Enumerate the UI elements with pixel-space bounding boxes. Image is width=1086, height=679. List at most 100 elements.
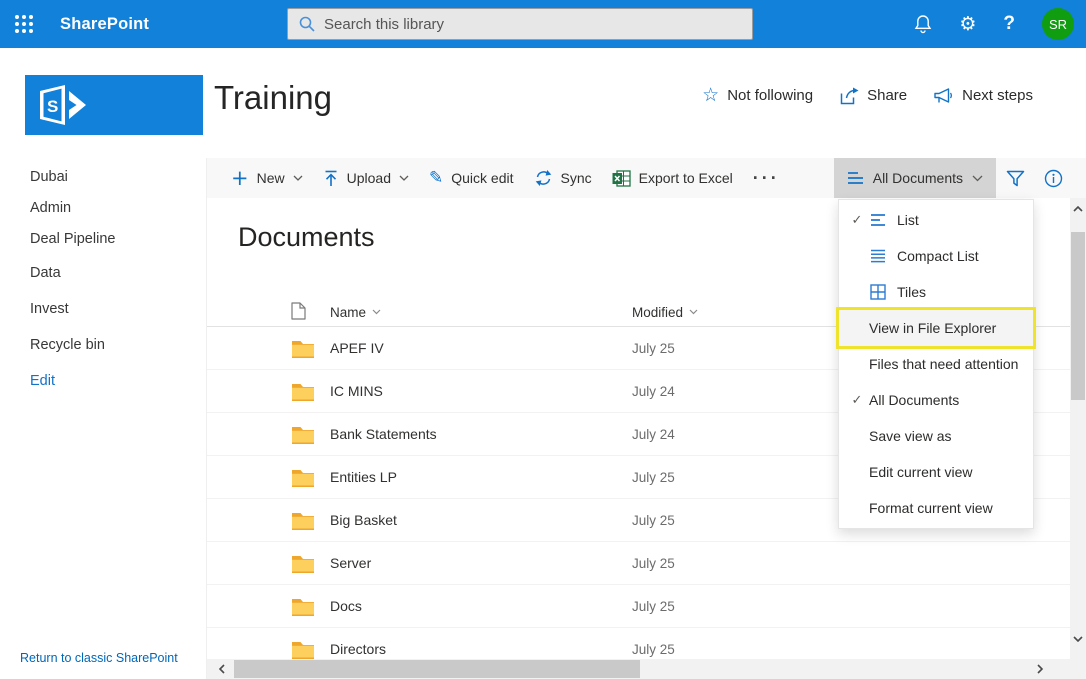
item-name[interactable]: Server	[330, 555, 632, 571]
view-selector-button[interactable]: All Documents	[834, 158, 996, 198]
menu-item-edit-current-view[interactable]: Edit current view	[839, 454, 1033, 490]
folder-icon	[291, 425, 315, 444]
next-steps-button[interactable]: Next steps	[933, 87, 1033, 104]
item-name[interactable]: Docs	[330, 598, 632, 614]
upload-icon	[323, 170, 339, 187]
list-view-icon	[847, 171, 864, 185]
item-name[interactable]: Bank Statements	[330, 426, 632, 442]
sidebar-item-recycle-bin[interactable]: Recycle bin	[30, 327, 206, 363]
sidebar-item-admin[interactable]: Admin	[30, 193, 206, 224]
horizontal-scrollbar-thumb[interactable]	[234, 660, 640, 678]
notifications-bell-icon[interactable]	[914, 14, 932, 34]
tiles-icon	[870, 284, 886, 300]
pencil-icon: ✎	[429, 170, 443, 187]
menu-item-view-in-file-explorer[interactable]: View in File Explorer	[839, 310, 1033, 346]
compact-list-icon	[870, 249, 886, 263]
return-to-classic-link[interactable]: Return to classic SharePoint	[20, 651, 178, 665]
follow-button[interactable]: ☆ Not following	[702, 86, 813, 105]
sidebar-item-invest[interactable]: Invest	[30, 291, 206, 327]
chevron-down-icon	[399, 175, 409, 181]
menu-item-save-view-as[interactable]: Save view as	[839, 418, 1033, 454]
item-name[interactable]: Entities LP	[330, 469, 632, 485]
app-launcher-waffle-icon[interactable]	[0, 0, 48, 48]
folder-icon	[291, 382, 315, 401]
avatar[interactable]: SR	[1042, 8, 1074, 40]
upload-button[interactable]: Upload	[313, 158, 419, 198]
folder-icon	[291, 640, 315, 659]
share-button[interactable]: Share	[839, 87, 907, 105]
chevron-down-icon	[972, 175, 983, 182]
new-label: New	[257, 170, 285, 186]
vertical-scrollbar-thumb[interactable]	[1071, 232, 1085, 400]
sync-label: Sync	[561, 170, 592, 186]
menu-item-all-documents[interactable]: ✓ All Documents	[839, 382, 1033, 418]
search-input[interactable]	[324, 16, 741, 33]
menu-item-files-that-need-attention[interactable]: Files that need attention	[839, 346, 1033, 382]
upload-label: Upload	[347, 170, 391, 186]
megaphone-icon	[933, 88, 954, 104]
list-icon	[870, 213, 886, 227]
table-row[interactable]: Server July 25	[207, 542, 1070, 585]
menu-item-compact-list[interactable]: Compact List	[839, 238, 1033, 274]
folder-icon	[291, 554, 315, 573]
sidebar-item-data[interactable]: Data	[30, 255, 206, 291]
help-icon[interactable]: ?	[1003, 13, 1015, 35]
menu-item-list[interactable]: ✓ List	[839, 202, 1033, 238]
sidebar-item-dubai[interactable]: Dubai	[30, 162, 206, 193]
list-heading: Documents	[238, 222, 375, 253]
details-info-button[interactable]	[1034, 158, 1072, 198]
scroll-up-icon[interactable]	[1073, 206, 1083, 212]
view-options-menu: ✓ List Compact List Tiles View in File E…	[838, 199, 1034, 529]
chevron-down-icon	[293, 175, 303, 181]
export-to-excel-button[interactable]: Export to Excel	[602, 158, 743, 198]
new-button[interactable]: + New	[221, 158, 313, 198]
excel-icon	[612, 170, 631, 187]
scroll-right-icon[interactable]	[1037, 664, 1043, 674]
sidebar-item-deal-pipeline[interactable]: Deal Pipeline	[30, 224, 206, 255]
plus-icon: +	[231, 168, 249, 189]
item-modified: July 25	[632, 556, 1070, 571]
folder-icon	[291, 468, 315, 487]
folder-icon	[291, 511, 315, 530]
site-header: S Training ☆ Not following Share Next st…	[0, 48, 1086, 158]
table-row[interactable]: Docs July 25	[207, 585, 1070, 628]
share-icon	[839, 87, 859, 105]
horizontal-scrollbar[interactable]	[207, 659, 1070, 679]
menu-item-tiles[interactable]: Tiles	[839, 274, 1033, 310]
filter-button[interactable]	[996, 158, 1034, 198]
item-modified: July 25	[632, 599, 1070, 614]
file-type-column-icon[interactable]	[291, 302, 306, 320]
sync-button[interactable]: Sync	[524, 158, 602, 198]
item-name[interactable]: Big Basket	[330, 512, 632, 528]
next-steps-label: Next steps	[962, 87, 1033, 104]
sidebar: Dubai Admin Deal Pipeline Data Invest Re…	[0, 158, 207, 679]
sync-icon	[534, 169, 553, 187]
table-row[interactable]: Directors July 25	[207, 628, 1070, 659]
quick-edit-button[interactable]: ✎ Quick edit	[419, 158, 524, 198]
search-box[interactable]	[287, 8, 753, 40]
sharepoint-site-logo[interactable]: S	[25, 75, 203, 135]
share-label: Share	[867, 87, 907, 104]
scroll-left-icon[interactable]	[219, 664, 225, 674]
page-title: Training	[214, 79, 332, 117]
suite-bar: SharePoint ⚙ ? SR	[0, 0, 1086, 48]
brand-label: SharePoint	[60, 15, 149, 34]
sort-chevron-icon	[689, 309, 698, 315]
sort-chevron-icon	[372, 309, 381, 315]
menu-item-format-current-view[interactable]: Format current view	[839, 490, 1033, 526]
folder-icon	[291, 597, 315, 616]
info-icon	[1044, 169, 1063, 188]
scroll-down-icon[interactable]	[1073, 636, 1083, 642]
item-name[interactable]: APEF IV	[330, 340, 632, 356]
logo-letter: S	[47, 97, 58, 116]
more-commands-button[interactable]: ···	[743, 158, 790, 198]
settings-gear-icon[interactable]: ⚙	[959, 15, 976, 34]
vertical-scrollbar[interactable]	[1070, 198, 1086, 679]
item-name[interactable]: Directors	[330, 641, 632, 657]
ellipsis-icon: ···	[753, 168, 780, 189]
item-name[interactable]: IC MINS	[330, 383, 632, 399]
export-label: Export to Excel	[639, 170, 733, 186]
follow-label: Not following	[727, 87, 813, 104]
column-header-name[interactable]: Name	[330, 305, 632, 320]
sidebar-item-edit[interactable]: Edit	[30, 363, 206, 399]
